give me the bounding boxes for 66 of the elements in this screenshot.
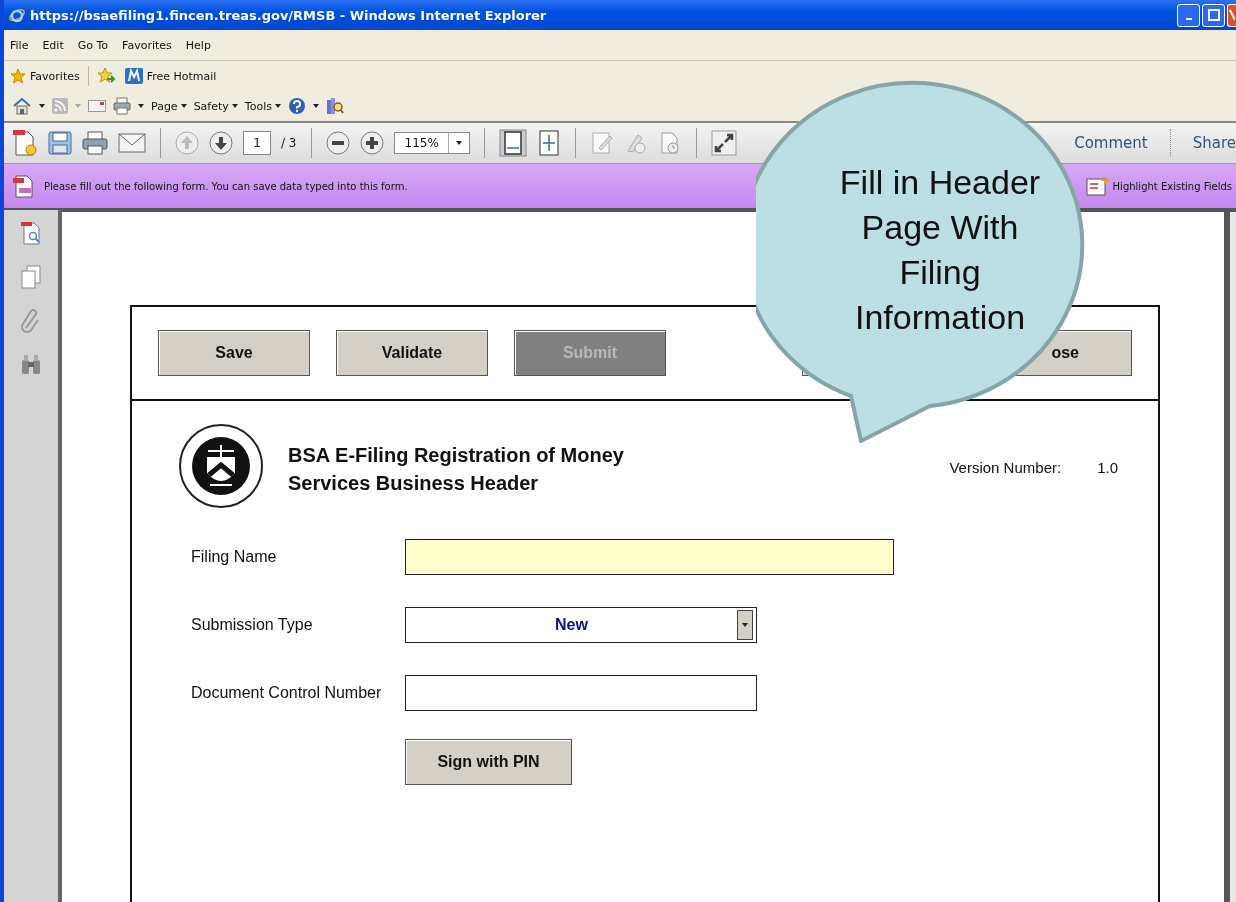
dropdown-field[interactable]: New [405, 607, 757, 643]
star-icon [10, 68, 26, 84]
paperclip-icon[interactable] [20, 308, 42, 334]
field-label: Document Control Number [191, 684, 383, 702]
form-button[interactable]: Validate [336, 330, 488, 376]
hotmail-logo-icon [124, 68, 143, 84]
create-document-icon[interactable] [12, 129, 38, 157]
binoculars-icon[interactable] [20, 352, 42, 376]
fit-width-icon[interactable] [498, 129, 527, 157]
menu-item[interactable]: Help [185, 38, 211, 52]
print-icon[interactable] [82, 131, 108, 155]
save-icon[interactable] [48, 131, 72, 155]
version-label: Version Number: [949, 459, 1062, 476]
browser-logo-icon [8, 6, 26, 24]
sign-with-pin-button[interactable]: Sign with PIN [405, 739, 572, 785]
zoom-out-icon[interactable] [325, 131, 350, 155]
email-icon[interactable] [118, 133, 146, 153]
close-button[interactable] [1227, 3, 1236, 27]
menu-item[interactable]: Favorites [122, 38, 172, 52]
highlight-fields-button[interactable]: Highlight Existing Fields [1085, 175, 1236, 197]
mail-icon[interactable] [88, 100, 106, 112]
help-icon[interactable] [287, 97, 306, 115]
comment-tab[interactable]: Comment [1062, 134, 1160, 152]
caret-icon[interactable] [138, 104, 144, 108]
command-menu[interactable]: Page [151, 99, 187, 113]
minimize-button[interactable] [1177, 3, 1200, 27]
highlight-icon [1085, 175, 1110, 197]
form-title: BSA E-Filing Registration of Money Services Business Header [288, 443, 625, 496]
menu-item[interactable]: File [10, 38, 29, 52]
form-button: Submit [514, 330, 666, 376]
field-label: Submission Type [191, 616, 314, 634]
form-button[interactable]: Save [158, 330, 310, 376]
maximize-icon [1207, 9, 1220, 21]
home-icon[interactable] [12, 97, 32, 115]
text-field[interactable] [405, 675, 757, 711]
add-favorite-icon[interactable] [96, 67, 117, 85]
version-number: 1.0 [1097, 459, 1118, 476]
fit-page-icon[interactable] [536, 130, 561, 156]
print-icon[interactable] [113, 97, 131, 115]
menu-item[interactable]: Go To [77, 38, 109, 52]
zoom-dropdown[interactable]: 115% [393, 132, 470, 154]
caret-icon[interactable] [312, 104, 319, 108]
page-count: / 3 [281, 136, 297, 150]
expand-icon[interactable] [710, 130, 737, 156]
research-icon[interactable] [325, 97, 344, 115]
window-title: https://bsaefiling1.fincen.treas.gov/RMSB - Windows Internet Explorer [30, 7, 547, 23]
favorites-button[interactable]: Favorites [10, 68, 80, 84]
field-label: Filing Name [191, 548, 278, 566]
maximize-button[interactable] [1202, 3, 1225, 27]
form-icon [12, 174, 34, 198]
text-field[interactable] [405, 539, 894, 575]
zoom-in-icon[interactable] [359, 131, 384, 155]
menu-item[interactable]: Edit [42, 38, 64, 52]
next-page-icon[interactable] [209, 131, 233, 155]
callout-text: Fill in Header Page With Filing Information [838, 162, 1042, 338]
minimize-icon [1185, 18, 1192, 20]
command-menu[interactable]: Safety [193, 99, 238, 113]
caret-icon[interactable] [39, 104, 45, 108]
page-number-field[interactable]: 1 [243, 131, 271, 155]
pages-icon[interactable] [20, 220, 42, 246]
favorites-link[interactable]: Free Hotmail [124, 68, 217, 84]
command-menu[interactable]: Tools [244, 99, 281, 113]
share-tab[interactable]: Share [1180, 134, 1236, 152]
close-icon [1229, 9, 1235, 21]
agency-seal-icon [178, 423, 264, 509]
form-message: Please fill out the following form. You can save data typed into this form. [44, 180, 408, 192]
